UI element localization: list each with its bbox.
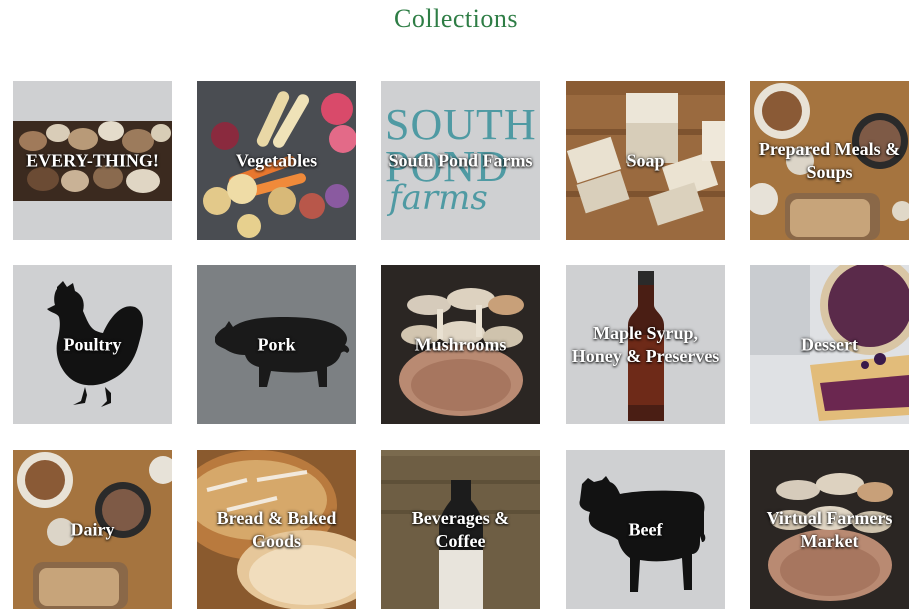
collection-label: South Pond Farms <box>388 150 533 170</box>
collection-tile-poultry[interactable]: Poultry <box>13 265 172 424</box>
collection-tile-beef[interactable]: Beef <box>566 450 725 609</box>
collection-tile-bread[interactable]: Bread & Baked Goods <box>197 450 356 609</box>
collection-label: Beverages & Coffee <box>411 507 510 551</box>
collection-label: Virtual Farmers Market <box>766 507 893 551</box>
collection-label: Mushrooms <box>414 334 507 354</box>
svg-text:farms: farms <box>386 178 488 218</box>
collection-label: Dairy <box>70 519 115 539</box>
collection-tile-prepared-meals[interactable]: Prepared Meals & Soups <box>750 81 909 240</box>
collection-label: Maple Syrup, Honey & Preserves <box>571 322 720 366</box>
collection-tile-dessert[interactable]: Dessert <box>750 265 909 424</box>
collection-tile-pork[interactable]: Pork <box>197 265 356 424</box>
collection-tile-virtual-farmers-market[interactable]: Virtual Farmers Market <box>750 450 909 609</box>
collection-label: Beef <box>628 519 663 539</box>
collection-label: Soap <box>626 150 665 170</box>
collection-label: Pork <box>257 334 296 354</box>
collection-label: EVERY-THING! <box>26 150 159 170</box>
collection-label: Prepared Meals & Soups <box>758 138 901 182</box>
collection-label: Dessert <box>801 334 858 354</box>
collection-tile-vegetables[interactable]: Vegetables <box>197 81 356 240</box>
collection-tile-mushrooms[interactable]: Mushrooms <box>381 265 540 424</box>
collection-label: Bread & Baked Goods <box>216 507 337 551</box>
collections-grid: EVERY-THING! Vegetables SOUTH POND farms <box>0 0 912 609</box>
collection-tile-beverages[interactable]: Beverages & Coffee <box>381 450 540 609</box>
collection-tile-soap[interactable]: Soap <box>566 81 725 240</box>
collection-tile-dairy[interactable]: Dairy <box>13 450 172 609</box>
collection-label: Vegetables <box>235 150 318 170</box>
collection-label: Poultry <box>63 334 122 354</box>
collection-tile-maple-syrup[interactable]: Maple Syrup, Honey & Preserves <box>566 265 725 424</box>
collection-tile-south-pond-farms[interactable]: SOUTH POND farms South Pond Farms <box>381 81 540 240</box>
collection-tile-everything[interactable]: EVERY-THING! <box>13 81 172 240</box>
